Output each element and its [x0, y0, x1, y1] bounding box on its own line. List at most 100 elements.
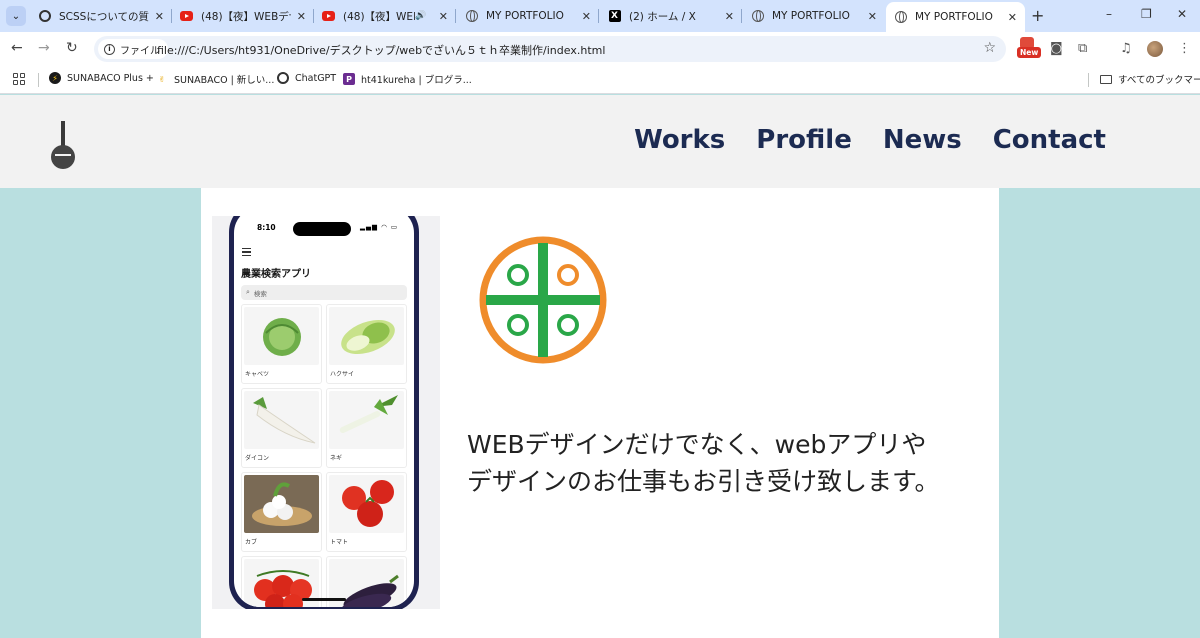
home-indicator: [302, 598, 346, 601]
bookmark-chatgpt[interactable]: ChatGPT: [277, 72, 336, 84]
app-title: 農業検索アプリ: [241, 269, 311, 280]
tab-title: (48)【夜】WEBデザ: [343, 10, 415, 23]
avatar[interactable]: [1147, 41, 1163, 57]
close-icon[interactable]: ✕: [725, 10, 734, 23]
globe-icon: [465, 10, 478, 23]
site-header: Works Profile News Contact: [0, 95, 1200, 188]
content-panel: 8:10 ▂▄▆ ◠ ▭ 農業検索アプリ ⌕ 検索 キャベツ ハクサイ ダイコン…: [201, 188, 999, 638]
chatgpt-icon: [277, 72, 289, 84]
restore-button[interactable]: ❐: [1141, 7, 1152, 21]
turnip-icon: [244, 475, 319, 533]
folder-icon: [1100, 74, 1112, 84]
tagline-text: WEBデザインだけでなく、webアプリやデザインのお仕事もお引き受け致します。: [467, 430, 940, 496]
vegetable-label: ハクサイ: [330, 371, 355, 378]
speaker-icon[interactable]: 🔊: [415, 11, 426, 21]
extensions-puzzle-icon[interactable]: ⧉: [1078, 41, 1087, 56]
close-icon[interactable]: ✕: [439, 10, 448, 23]
vegetable-card: ハクサイ: [326, 304, 407, 384]
site-info-label: ファイル: [120, 45, 160, 57]
back-icon[interactable]: ←: [11, 40, 23, 56]
minimize-button[interactable]: –: [1106, 7, 1112, 21]
camera-icon[interactable]: ◙: [1050, 41, 1063, 56]
leek-icon: [329, 391, 404, 449]
tab-portfolio-2[interactable]: MY PORTFOLIO ✕: [743, 4, 885, 28]
bookmark-blog[interactable]: P ht41kureha | ブログラ...: [343, 72, 472, 86]
address-bar[interactable]: i ファイル file:///C:/Users/ht931/OneDrive/デ…: [94, 36, 1006, 62]
phone-screen: 8:10 ▂▄▆ ◠ ▭ 農業検索アプリ ⌕ 検索 キャベツ ハクサイ ダイコン…: [234, 216, 414, 607]
close-icon[interactable]: ✕: [582, 10, 591, 23]
chatgpt-icon: [38, 10, 51, 23]
search-icon: ⌕: [246, 288, 250, 296]
info-icon: i: [104, 43, 115, 55]
all-bookmarks-label: すべてのブックマーク: [1118, 75, 1200, 86]
vegetable-grid: キャベツ ハクサイ ダイコン ネギ カブ トマト: [241, 304, 407, 607]
menu-kebab-icon[interactable]: ⋮: [1178, 41, 1191, 56]
dynamic-island: [293, 222, 351, 236]
purple-p-icon: P: [343, 73, 355, 85]
globe-icon: [751, 10, 764, 23]
url-text[interactable]: file:///C:/Users/ht931/OneDrive/デスクトップ/w…: [157, 42, 605, 58]
bookmark-label: ChatGPT: [295, 72, 337, 84]
vegetable-label: トマト: [330, 539, 349, 546]
app-search-placeholder: 検索: [253, 289, 267, 298]
tab-title: (2) ホーム / X: [629, 10, 696, 23]
nav-profile[interactable]: Profile: [756, 125, 852, 155]
vegetable-card: ネギ: [326, 388, 407, 468]
close-icon[interactable]: ✕: [1008, 11, 1017, 24]
tab-title: MY PORTFOLIO: [915, 11, 993, 23]
browser-toolbar: ← → ↻ i ファイル file:///C:/Users/ht931/OneD…: [0, 32, 1200, 66]
close-icon[interactable]: ✕: [297, 10, 306, 23]
site-logo[interactable]: [50, 121, 76, 169]
tab-portfolio-1[interactable]: MY PORTFOLIO ✕: [457, 4, 599, 28]
bookmark-sunabaco[interactable]: ✌ SUNABACO | 新しい...: [156, 72, 275, 87]
vegetable-card: キャベツ: [241, 304, 322, 384]
tab-search-button[interactable]: ⌄: [6, 6, 26, 26]
x-icon: X: [608, 10, 621, 23]
tomato-icon: [329, 475, 404, 533]
bookmark-label: SUNABACO | 新しい...: [174, 75, 275, 86]
vegetable-card: トマト: [326, 472, 407, 552]
status-time: 8:10: [257, 223, 276, 232]
hamburger-menu-icon: [242, 248, 251, 258]
napa-cabbage-icon: [329, 307, 404, 365]
window-close-button[interactable]: ✕: [1177, 7, 1187, 21]
nav-contact[interactable]: Contact: [993, 125, 1106, 155]
cabbage-icon: [244, 307, 319, 365]
tab-youtube-2[interactable]: (48)【夜】WEBデザ 🔊 ✕: [314, 4, 456, 28]
tab-title: MY PORTFOLIO: [772, 10, 850, 22]
reload-icon[interactable]: ↻: [66, 40, 78, 56]
vegetable-label: キャベツ: [245, 371, 270, 378]
daikon-icon: [244, 391, 319, 449]
app-screenshot-image: 8:10 ▂▄▆ ◠ ▭ 農業検索アプリ ⌕ 検索 キャベツ ハクサイ ダイコン…: [212, 216, 440, 609]
tab-x[interactable]: X (2) ホーム / X ✕: [600, 4, 742, 28]
bookmark-star-icon[interactable]: ☆: [983, 40, 996, 56]
apps-grid-icon[interactable]: [13, 73, 25, 85]
tab-title: (48)【夜】WEBデザイン: [201, 10, 291, 23]
status-icons: ▂▄▆ ◠ ▭: [360, 223, 398, 231]
youtube-icon: [322, 10, 335, 23]
bookmark-sunabaco-plus[interactable]: ⚡ SUNABACO Plus +: [49, 72, 154, 84]
new-tab-button[interactable]: +: [1031, 6, 1044, 25]
vegetable-card: ダイコン: [241, 388, 322, 468]
hand-icon: ✌: [158, 74, 166, 84]
tab-title: SCSSについての質問: [59, 10, 149, 23]
vegetable-card: カブ: [241, 472, 322, 552]
tab-strip: ⌄ SCSSについての質問 ✕ (48)【夜】WEBデザイン ✕ (48)【夜】…: [0, 0, 1200, 32]
tab-youtube-1[interactable]: (48)【夜】WEBデザイン ✕: [172, 4, 314, 28]
close-icon[interactable]: ✕: [155, 10, 164, 23]
chevron-down-icon: ⌄: [11, 10, 21, 22]
app-search-bar: ⌕ 検索: [241, 285, 407, 300]
main-nav: Works Profile News Contact: [634, 125, 1106, 155]
tab-portfolio-active[interactable]: MY PORTFOLIO ✕: [886, 2, 1025, 32]
tab-scss[interactable]: SCSSについての質問 ✕: [30, 4, 172, 28]
phone-frame: 8:10 ▂▄▆ ◠ ▭ 農業検索アプリ ⌕ 検索 キャベツ ハクサイ ダイコン…: [229, 216, 419, 609]
forward-icon[interactable]: →: [38, 40, 50, 56]
vegetable-label: カブ: [245, 539, 258, 546]
nav-news[interactable]: News: [883, 125, 962, 155]
media-control-icon[interactable]: ♫: [1120, 41, 1132, 56]
tab-title: MY PORTFOLIO: [486, 10, 564, 22]
all-bookmarks-folder[interactable]: すべてのブックマーク: [1100, 72, 1200, 86]
close-icon[interactable]: ✕: [868, 10, 877, 23]
bookmark-label: ht41kureha | ブログラ...: [361, 75, 472, 86]
nav-works[interactable]: Works: [634, 125, 725, 155]
